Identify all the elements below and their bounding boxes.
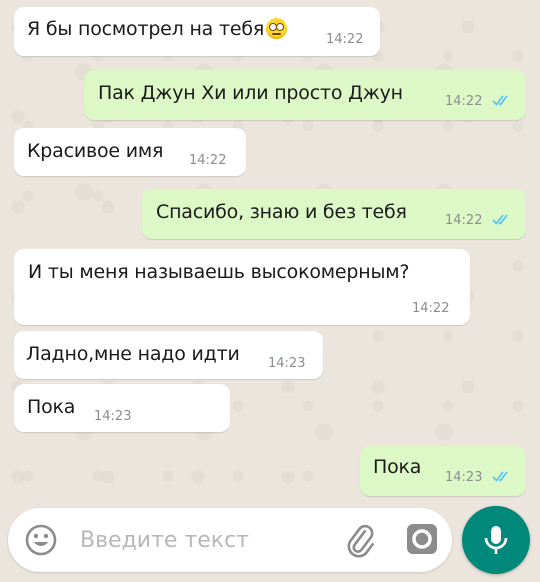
message-time: 14:22 (412, 301, 450, 316)
message-incoming[interactable]: Красивое имя 14:22 (14, 128, 246, 176)
message-incoming[interactable]: Я бы посмотрел на тебя 14:22 (14, 7, 380, 56)
message-time: 14:23 (268, 356, 306, 371)
message-text: Спасибо, знаю и без тебя (156, 201, 407, 223)
attach-icon[interactable] (342, 522, 378, 558)
message-outgoing[interactable]: Пока 14:23 (360, 446, 526, 496)
message-input[interactable]: Введите текст (80, 528, 249, 553)
message-text: Я бы посмотрел на тебя (27, 18, 288, 40)
emoji-icon[interactable] (24, 523, 58, 557)
chat-area[interactable]: Я бы посмотрел на тебя 14:22 Пак Джун Хи… (0, 0, 540, 505)
message-time: 14:22 (189, 153, 227, 168)
message-text: Ладно,мне надо идти (26, 343, 240, 365)
message-time: 14:22 (445, 213, 483, 228)
message-text: Красивое имя (27, 140, 164, 162)
message-text: Пока (27, 396, 76, 418)
message-outgoing[interactable]: Пак Джун Хи или просто Джун 14:22 (84, 70, 526, 120)
message-incoming[interactable]: И ты меня называешь высокомерным? 14:22 (14, 249, 470, 325)
message-outgoing[interactable]: Спасибо, знаю и без тебя 14:22 (142, 189, 526, 239)
message-text-content: Я бы посмотрел на тебя (27, 18, 265, 40)
read-ticks-icon (492, 471, 508, 482)
message-time: 14:22 (445, 94, 483, 109)
message-text: И ты меня называешь высокомерным? (28, 261, 410, 283)
message-time: 14:23 (445, 470, 483, 485)
message-time: 14:23 (94, 409, 132, 424)
voice-record-button[interactable] (462, 506, 530, 574)
message-text: Пока (373, 456, 422, 478)
read-ticks-icon (492, 95, 508, 106)
mic-icon (484, 526, 508, 554)
message-composer[interactable]: Введите текст (8, 508, 452, 572)
message-time: 14:22 (326, 32, 364, 47)
message-incoming[interactable]: Пока 14:23 (14, 384, 230, 432)
message-incoming[interactable]: Ладно,мне надо идти 14:23 (14, 331, 323, 379)
camera-icon[interactable] (404, 521, 440, 557)
rolling-eyes-emoji-icon (266, 18, 288, 39)
message-text: Пак Джун Хи или просто Джун (98, 82, 403, 104)
read-ticks-icon (492, 214, 508, 225)
